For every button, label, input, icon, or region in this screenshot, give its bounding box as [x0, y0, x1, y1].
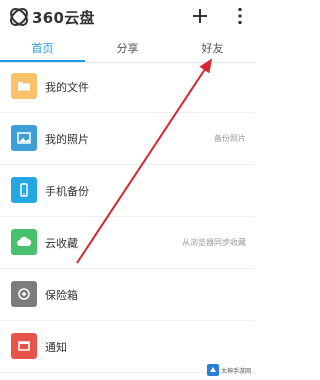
add-button[interactable]: [188, 4, 212, 28]
tab-share-label: 分享: [116, 41, 139, 55]
cloud-logo-icon: [10, 8, 28, 26]
list-item-label: 手机备份: [45, 185, 89, 198]
notice-icon: [11, 333, 37, 359]
phone-icon: [11, 177, 37, 203]
folder-icon: [11, 73, 37, 99]
list-item-safe-box[interactable]: 保险箱: [0, 271, 255, 321]
tab-home[interactable]: 首页: [0, 34, 85, 62]
list-item-my-photos[interactable]: 我的照片 备份照片: [0, 115, 255, 165]
active-tab-indicator: [0, 60, 85, 62]
list-item-label: 我的照片: [45, 133, 89, 146]
list-item-label: 保险箱: [45, 289, 78, 302]
list-item-phone-backup[interactable]: 手机备份: [0, 167, 255, 217]
more-menu-button[interactable]: [228, 4, 252, 28]
watermark-text: 大神手游网: [220, 367, 251, 375]
list-item-label: 云收藏: [45, 237, 78, 250]
sync-favorites-hint: 从浏览器同步收藏: [182, 238, 246, 247]
backup-photos-hint: 备份照片: [214, 134, 246, 143]
plus-icon: [193, 9, 207, 23]
tab-friends[interactable]: 好友: [170, 34, 255, 61]
list-item-label: 我的文件: [45, 81, 89, 94]
more-vertical-icon: [238, 8, 242, 24]
app-logo: 360云盘: [8, 5, 95, 29]
tab-friends-label: 好友: [201, 41, 224, 55]
tab-bar: 首页 分享 好友: [0, 34, 255, 63]
cloud-icon: [11, 229, 37, 255]
tab-share[interactable]: 分享: [85, 34, 170, 61]
watermark-logo-icon: [206, 364, 219, 376]
tab-home-label: 首页: [31, 41, 54, 55]
list-item-cloud-favorites[interactable]: 云收藏 从浏览器同步收藏: [0, 219, 255, 269]
photo-icon: [11, 125, 37, 151]
app-title: 360云盘: [32, 8, 95, 27]
top-bar: 360云盘: [0, 0, 255, 34]
safe-icon: [11, 281, 37, 307]
list-item-my-files[interactable]: 我的文件: [0, 63, 255, 113]
site-watermark: 大神手游网: [206, 363, 251, 377]
list-item-label: 通知: [45, 341, 67, 354]
